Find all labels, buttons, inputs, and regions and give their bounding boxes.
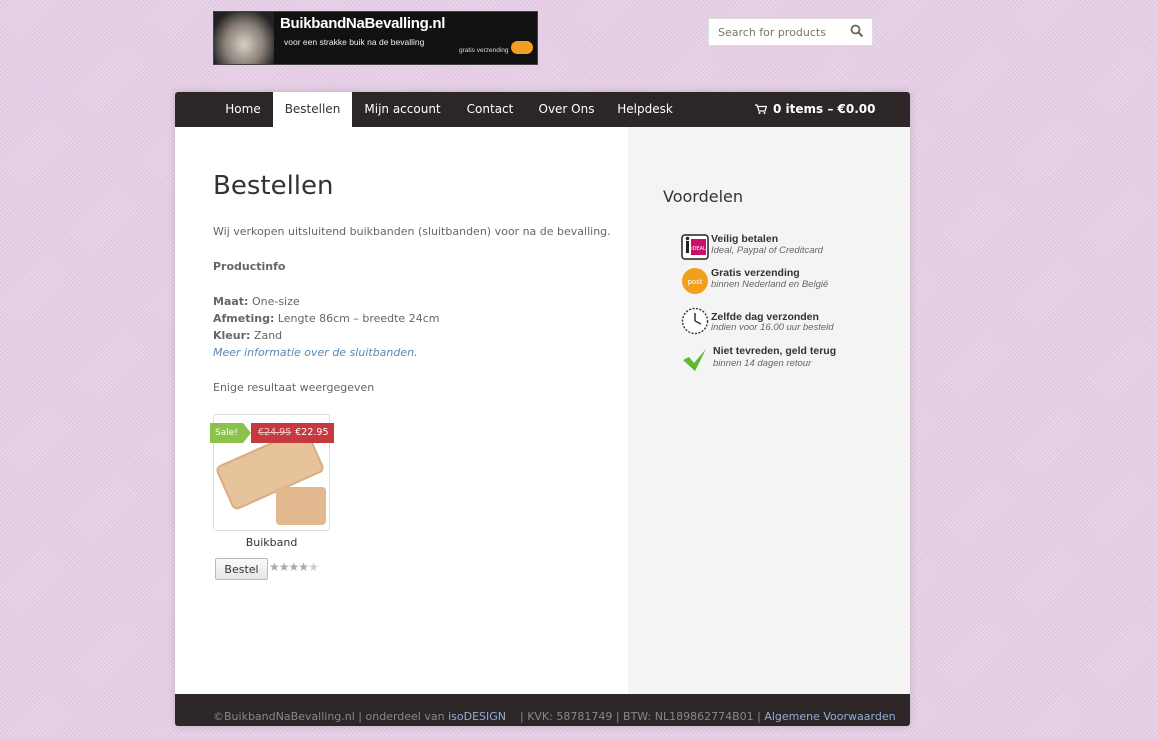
logo-tagline: voor een strakke buik na de bevalling — [284, 37, 425, 47]
sidebar-title: Voordelen — [663, 187, 744, 206]
search-icon[interactable] — [850, 24, 864, 38]
ideal-icon: iDEAL — [681, 234, 709, 260]
voorwaarden-link[interactable]: Algemene Voorwaarden — [764, 710, 895, 723]
star-icon: ★ — [278, 560, 290, 574]
nav-helpdesk[interactable]: Helpdesk — [606, 92, 684, 127]
page-container: Home Bestellen Mijn account Contact Over… — [175, 92, 910, 726]
maat-label: Maat: — [213, 295, 249, 308]
afmeting-label: Afmeting: — [213, 312, 275, 325]
product-specs: Maat: One-size Afmeting: Lengte 86cm – b… — [213, 293, 439, 361]
bestel-button[interactable]: Bestel — [215, 558, 268, 580]
benefit-item: Zelfde dag verzonden indien voor 16.00 u… — [681, 307, 891, 339]
logo-title: BuikbandNaBevalling.nl — [280, 15, 446, 32]
checkmark-icon — [683, 349, 706, 371]
cart-icon — [755, 104, 767, 114]
result-count: Enige resultaat weergegeven — [213, 381, 375, 394]
benefit-subtitle: Ideal, Paypal of Creditcard — [711, 245, 823, 256]
sale-arrow-icon — [243, 423, 251, 443]
cart-summary[interactable]: 0 items – €0.00 — [755, 92, 875, 127]
benefit-item: post Gratis verzending binnen Nederland … — [681, 267, 891, 299]
footer-copyright: ©BuikbandNaBevalling.nl | onderdeel van — [213, 710, 449, 723]
isodesign-link[interactable]: isoDESIGN — [448, 710, 506, 723]
site-logo[interactable]: BuikbandNaBevalling.nl voor een strakke … — [213, 11, 538, 65]
productinfo-heading: Productinfo — [213, 260, 286, 273]
star-rating: ★★★★★ — [269, 560, 319, 574]
nav-bestellen[interactable]: Bestellen — [273, 92, 352, 127]
afmeting-value: Lengte 86cm – breedte 24cm — [274, 312, 440, 325]
kleur-label: Kleur: — [213, 329, 251, 342]
postnl-icon: post — [682, 268, 708, 294]
postnl-logo-icon — [511, 41, 533, 54]
svg-text:iDEAL: iDEAL — [691, 246, 706, 252]
star-icon: ★ — [298, 560, 309, 574]
sale-label: Sale! — [210, 423, 243, 443]
intro-text: Wij verkopen uitsluitend buikbanden (slu… — [213, 225, 611, 238]
nav-mijn-account[interactable]: Mijn account — [352, 92, 453, 127]
benefit-title: Niet tevreden, geld terug — [713, 345, 837, 357]
svg-text:post: post — [687, 278, 702, 286]
benefit-item: Niet tevreden, geld terug binnen 14 dage… — [681, 345, 891, 377]
logo-photo — [214, 12, 274, 64]
benefit-subtitle: binnen 14 dagen retour — [713, 358, 812, 369]
star-empty-icon: ★ — [308, 560, 319, 574]
benefit-subtitle: binnen Nederland en België — [711, 279, 829, 290]
old-price: €24.95 — [258, 427, 292, 438]
sidebar: Voordelen iDEAL Veilig betalen Ideal, Pa… — [628, 127, 910, 694]
search-input[interactable] — [709, 19, 844, 45]
benefit-item: iDEAL Veilig betalen Ideal, Paypal of Cr… — [681, 233, 891, 265]
nav-home[interactable]: Home — [213, 92, 273, 127]
search-box — [708, 18, 873, 46]
more-info-link[interactable]: Meer informatie over de sluitbanden. — [213, 346, 418, 359]
benefit-title: Gratis verzending — [711, 267, 800, 279]
star-icon: ★ — [269, 560, 280, 574]
logo-shipping: gratis verzending — [459, 47, 509, 54]
main-content: Bestellen Wij verkopen uitsluitend buikb… — [175, 127, 628, 694]
footer-kvk: | KVK: 58781749 | BTW: NL189862774B01 | — [506, 710, 765, 723]
clock-icon — [681, 307, 709, 335]
sale-badge: Sale! €24.95 €22.95 — [210, 423, 334, 443]
maat-value: One-size — [248, 295, 300, 308]
benefit-subtitle: indien voor 16.00 uur besteld — [711, 322, 834, 333]
product-name[interactable]: Buikband — [213, 536, 330, 549]
page-title: Bestellen — [213, 171, 334, 201]
buikband-shape-2 — [276, 487, 326, 525]
sale-price: €22.95 — [295, 427, 329, 438]
nav-contact[interactable]: Contact — [453, 92, 527, 127]
benefit-title: Veilig betalen — [711, 233, 779, 245]
site-footer: ©BuikbandNaBevalling.nl | onderdeel van … — [175, 694, 910, 726]
price-tag: €24.95 €22.95 — [251, 423, 334, 443]
star-icon: ★ — [288, 560, 300, 574]
kleur-value: Zand — [250, 329, 283, 342]
cart-label: 0 items – €0.00 — [773, 102, 876, 116]
nav-over-ons[interactable]: Over Ons — [527, 92, 606, 127]
main-nav: Home Bestellen Mijn account Contact Over… — [175, 92, 910, 127]
